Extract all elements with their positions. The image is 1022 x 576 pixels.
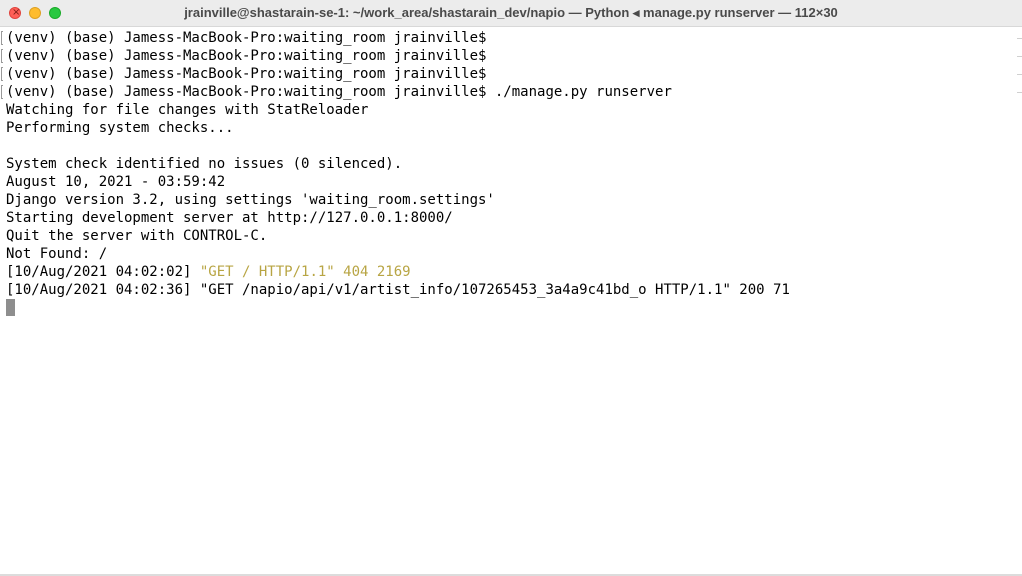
text-cursor — [6, 299, 15, 316]
terminal-line-http-404: [10/Aug/2021 04:02:02] "GET / HTTP/1.1" … — [6, 263, 411, 281]
terminal-line: Performing system checks... — [6, 120, 234, 136]
terminal-window: × jrainville@shastarain-se-1: ~/work_are… — [0, 0, 1022, 576]
terminal-line: Starting development server at http://12… — [6, 210, 453, 226]
prompt-mark — [1, 67, 3, 81]
terminal-output[interactable]: (venv) (base) Jamess-MacBook-Pro:waiting… — [0, 28, 1016, 574]
title-bar[interactable]: × jrainville@shastarain-se-1: ~/work_are… — [0, 0, 1022, 27]
scrollbar[interactable] — [1016, 28, 1022, 574]
terminal-line: Not Found: / — [6, 246, 108, 262]
terminal-line: Watching for file changes with StatReloa… — [6, 102, 369, 118]
terminal-line: System check identified no issues (0 sil… — [6, 156, 403, 172]
scroll-marker — [1017, 92, 1022, 93]
scroll-marker — [1017, 74, 1022, 75]
prompt-mark — [1, 85, 3, 99]
window-title: jrainville@shastarain-se-1: ~/work_area/… — [184, 5, 838, 20]
terminal-line: (venv) (base) Jamess-MacBook-Pro:waiting… — [6, 48, 495, 64]
terminal-line: Django version 3.2, using settings 'wait… — [6, 192, 495, 208]
log-request-warning: "GET / HTTP/1.1" 404 2169 — [199, 264, 411, 280]
scroll-marker — [1017, 56, 1022, 57]
terminal-line: August 10, 2021 - 03:59:42 — [6, 174, 226, 190]
terminal-line: (venv) (base) Jamess-MacBook-Pro:waiting… — [6, 30, 495, 46]
prompt-mark — [1, 31, 3, 45]
terminal-line: [10/Aug/2021 04:02:36] "GET /napio/api/v… — [6, 282, 790, 298]
log-timestamp: [10/Aug/2021 04:02:02] — [6, 264, 200, 280]
prompt-mark — [1, 49, 3, 63]
terminal-line: (venv) (base) Jamess-MacBook-Pro:waiting… — [6, 84, 672, 100]
terminal-line: Quit the server with CONTROL-C. — [6, 228, 268, 244]
scroll-marker — [1017, 38, 1022, 39]
terminal-line: (venv) (base) Jamess-MacBook-Pro:waiting… — [6, 66, 495, 82]
